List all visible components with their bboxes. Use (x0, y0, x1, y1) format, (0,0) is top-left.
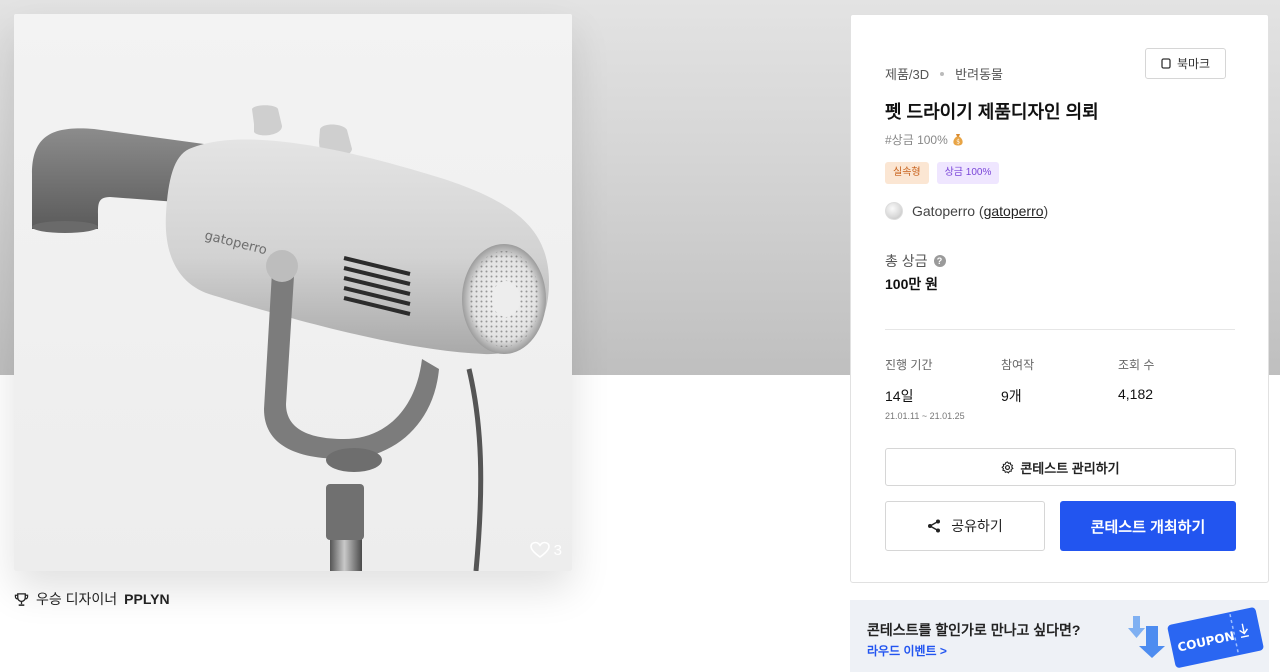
coupon-banner-title: 콘테스트를 할인가로 만나고 싶다면? (867, 622, 1081, 638)
host-contest-button[interactable]: 콘테스트 개최하기 (1060, 501, 1236, 551)
coin-bag-icon: $ (953, 134, 963, 146)
coupon-banner-link[interactable]: 라우드 이벤트 > (867, 642, 947, 659)
winner-prefix: 우승 디자이너 (36, 591, 118, 607)
download-arrow-icon (1128, 616, 1165, 658)
section-divider (885, 329, 1235, 330)
contest-title: 펫 드라이기 제품디자인 의뢰 (885, 102, 1099, 122)
winner-info: 우승 디자이너 PPLYN (14, 589, 170, 609)
share-label: 공유하기 (951, 518, 1003, 534)
hashtag-text: #상금 100% (885, 133, 948, 147)
like-counter[interactable]: 3 (529, 541, 562, 559)
category-breadcrumb: 제품/3D 반려동물 (885, 64, 1003, 83)
bookmark-label: 북마크 (1176, 57, 1211, 71)
coupon-illustration: COUPON (1128, 607, 1264, 668)
gear-icon (1001, 460, 1015, 474)
stat-entries-label: 참여작 (1001, 358, 1035, 372)
subcategory-label[interactable]: 반려동물 (955, 64, 1003, 83)
trophy-icon (14, 592, 29, 606)
bookmark-button[interactable]: 북마크 (1145, 48, 1226, 79)
stat-views: 조회 수 4,182 (1118, 356, 1154, 402)
total-prize-label: 총 상금 ? (885, 251, 946, 271)
stat-entries-value: 9개 (1001, 388, 1022, 404)
stat-period: 진행 기간 14일 21.01.11 ~ 21.01.25 (885, 356, 965, 421)
like-count: 3 (553, 541, 562, 559)
host-info[interactable]: Gatoperro (gatoperro) (885, 202, 1048, 220)
host-name: Gatoperro ( (912, 203, 984, 219)
heart-icon (529, 541, 550, 558)
contest-info-panel: 제품/3D 반려동물 북마크 펫 드라이기 제품디자인 의뢰 #상금 100% … (850, 14, 1269, 583)
svg-text:$: $ (956, 139, 960, 146)
host-handle-link[interactable]: gatoperro (984, 203, 1044, 219)
share-icon (928, 519, 941, 533)
coupon-banner[interactable]: 콘테스트를 할인가로 만나고 싶다면? 라우드 이벤트 > COUPON (850, 600, 1269, 672)
badge-plan-type: 실속형 (885, 162, 929, 184)
question-icon[interactable]: ? (933, 255, 946, 267)
badge-prize-guarantee: 상금 100% (936, 162, 1000, 184)
stat-views-value: 4,182 (1118, 386, 1154, 402)
prize-hashtag[interactable]: #상금 100% $ (885, 131, 964, 148)
total-prize-value: 100만 원 (885, 276, 939, 292)
product-image-card[interactable]: gatoperro 3 (14, 14, 572, 571)
manage-contest-label: 콘테스트 관리하기 (1020, 460, 1120, 476)
stat-views-label: 조회 수 (1118, 358, 1155, 372)
share-button[interactable]: 공유하기 (885, 501, 1045, 551)
breadcrumb-separator (940, 71, 945, 76)
pet-dryer-image: gatoperro (32, 105, 549, 571)
host-handle-close: ) (1043, 203, 1049, 219)
category-label[interactable]: 제품/3D (885, 64, 929, 83)
bookmark-icon (1161, 58, 1171, 69)
manage-contest-button[interactable]: 콘테스트 관리하기 (885, 448, 1236, 486)
host-avatar (885, 202, 903, 220)
stat-period-label: 진행 기간 (885, 358, 933, 372)
stat-period-value: 14일 (885, 388, 914, 404)
stat-period-dates: 21.01.11 ~ 21.01.25 (885, 411, 965, 421)
contest-badges: 실속형 상금 100% (885, 162, 1000, 184)
prize-label-text: 총 상금 (885, 253, 928, 269)
stat-entries: 참여작 9개 (1001, 356, 1034, 406)
host-contest-label: 콘테스트 개최하기 (1090, 518, 1206, 536)
winner-name[interactable]: PPLYN (124, 591, 169, 607)
